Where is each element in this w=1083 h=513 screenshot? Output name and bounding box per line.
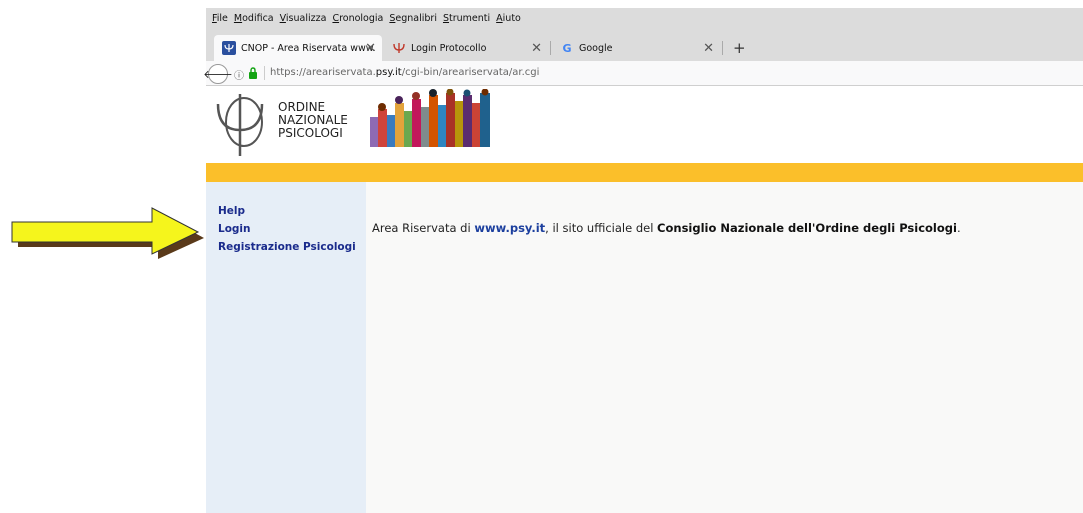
tab-title: Login Protocollo (411, 42, 487, 54)
tab-login-protocollo[interactable]: Login Protocollo ✕ (384, 35, 548, 61)
menu-modifica[interactable]: Modifica (234, 13, 274, 24)
welcome-post: . (956, 221, 961, 235)
close-icon[interactable]: ✕ (531, 41, 542, 56)
psi-icon (392, 41, 406, 55)
sidebar-link-help[interactable]: Help (218, 205, 245, 217)
psi-logo-icon (216, 94, 264, 156)
tab-separator (550, 41, 551, 55)
sidebar: Help Login Registrazione Psicologi (206, 182, 366, 513)
tab-title: CNOP - Area Riservata www. (241, 42, 376, 54)
page-header: ORDINE NAZIONALE PSICOLOGI (206, 86, 1083, 163)
google-icon: G (562, 41, 572, 55)
url-domain: psy.it (375, 67, 402, 78)
welcome-pre: Area Riservata di (372, 221, 475, 235)
organization-name: Consiglio Nazionale dell'Ordine degli Ps… (657, 221, 957, 235)
welcome-mid: , il sito ufficiale del (545, 221, 658, 235)
menu-file[interactable]: File (212, 13, 228, 24)
sidebar-link-registrazione-psicologi[interactable]: Registrazione Psicologi (218, 241, 356, 253)
menu-strumenti[interactable]: Strumenti (443, 13, 490, 24)
psi-icon (222, 41, 236, 55)
yellow-arrow-icon (11, 207, 204, 259)
welcome-text: Area Riservata di www.psy.it, il sito uf… (372, 221, 961, 235)
sidebar-link-login[interactable]: Login (218, 223, 251, 235)
url-separator (264, 66, 265, 80)
site-link[interactable]: www.psy.it (474, 221, 545, 235)
close-icon[interactable]: ✕ (703, 41, 714, 56)
logo-line: PSICOLOGI (278, 126, 343, 140)
menu-segnalibri[interactable]: Segnalibri (389, 13, 437, 24)
tab-cnop[interactable]: CNOP - Area Riservata www. ✕ (214, 35, 382, 61)
menu-cronologia[interactable]: Cronologia (332, 13, 383, 24)
orange-banner (206, 163, 1083, 182)
crowd-illustration (370, 89, 490, 147)
menu-bar: File Modifica Visualizza Cronologia Segn… (206, 8, 1083, 28)
close-icon[interactable]: ✕ (365, 41, 376, 56)
tab-separator (722, 41, 723, 55)
info-icon[interactable]: ⓘ (234, 67, 244, 82)
tab-title: Google (579, 42, 613, 54)
url-path: /cgi-bin/areariservata/ar.cgi (401, 67, 540, 78)
tab-strip: CNOP - Area Riservata www. ✕ Login Proto… (206, 28, 1083, 61)
back-arrow-icon[interactable]: 🡐 (203, 64, 233, 84)
address-bar[interactable]: https://areariservata.psy.it/cgi-bin/are… (270, 67, 539, 78)
lock-icon (249, 67, 257, 79)
tab-google[interactable]: G Google ✕ (552, 35, 720, 61)
navigation-bar: 🡐 ⓘ https://areariservata.psy.it/cgi-bin… (203, 61, 1083, 86)
menu-visualizza[interactable]: Visualizza (280, 13, 327, 24)
url-prefix: https://areariservata. (270, 67, 376, 78)
browser-window: File Modifica Visualizza Cronologia Segn… (203, 8, 1083, 513)
new-tab-button[interactable]: + (733, 41, 746, 56)
logo-text: ORDINE NAZIONALE PSICOLOGI (278, 101, 348, 140)
menu-aiuto[interactable]: Aiuto (496, 13, 521, 24)
